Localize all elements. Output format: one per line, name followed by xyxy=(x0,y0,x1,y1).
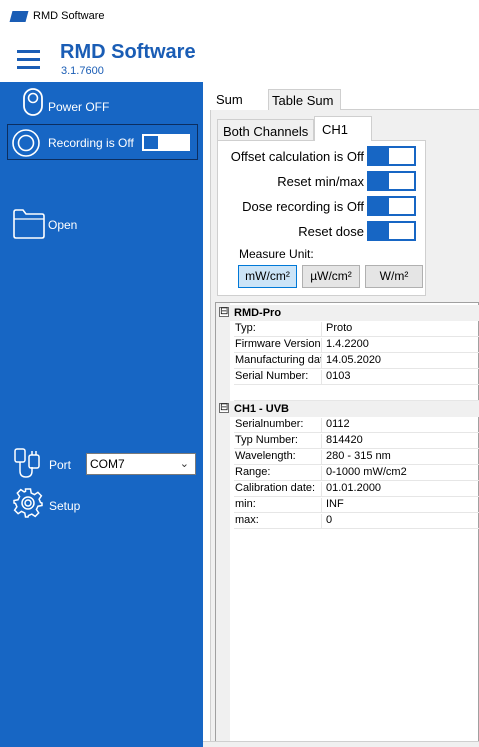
property-key: Firmware Version: xyxy=(234,338,322,353)
tab-both-channels[interactable]: Both Channels xyxy=(217,119,314,141)
open-button[interactable]: Open xyxy=(12,205,132,241)
sidebar: Power OFF Recording is Off Open Port COM… xyxy=(0,82,203,747)
collapse-icon[interactable]: ⊟ xyxy=(219,403,229,413)
measure-unit-label: Measure Unit: xyxy=(239,247,314,261)
property-grid-gutter xyxy=(216,303,230,741)
port-select[interactable]: COM7 ⌄ xyxy=(86,453,196,475)
property-key: Serial Number: xyxy=(234,370,322,385)
property-value: 1.4.2200 xyxy=(326,338,369,350)
recording-toggle[interactable] xyxy=(142,134,190,151)
record-icon xyxy=(12,129,40,157)
property-value: 0112 xyxy=(326,418,350,430)
power-label: Power OFF xyxy=(48,100,110,114)
property-key: max: xyxy=(234,514,322,529)
tab-ch1-label: CH1 xyxy=(322,122,349,137)
property-value: 280 - 315 nm xyxy=(326,450,391,462)
app-logo-icon xyxy=(9,11,29,22)
property-key: Range: xyxy=(234,466,322,481)
property-row[interactable]: Calibration date: 01.01.2000 xyxy=(234,481,479,497)
offset-calculation-label: Offset calculation is Off xyxy=(230,149,364,164)
property-key: Wavelength: xyxy=(234,450,322,465)
power-icon xyxy=(23,88,43,116)
property-category-title: CH1 - UVB xyxy=(234,403,290,415)
reset-dose-label: Reset dose xyxy=(298,224,364,239)
property-grid[interactable]: ⊟ RMD-Pro Typ: Proto Firmware Version: 1… xyxy=(215,302,479,742)
property-value: 0-1000 mW/cm2 xyxy=(326,466,407,478)
property-value: 0 xyxy=(326,514,333,526)
property-value: Proto xyxy=(326,322,353,334)
property-row[interactable]: Typ Number: 814420 xyxy=(234,433,479,449)
folder-icon xyxy=(13,209,45,239)
title-bar: RMD Software xyxy=(0,0,479,32)
port-label: Port xyxy=(49,458,72,472)
channel-controls-panel: Offset calculation is Off Reset min/max … xyxy=(217,140,426,296)
collapse-icon[interactable]: ⊟ xyxy=(219,307,229,317)
property-row[interactable]: min: INF xyxy=(234,497,479,513)
unit-mw-cm2-button[interactable]: mW/cm² xyxy=(238,265,297,288)
tab-ch1[interactable]: CH1 xyxy=(314,116,372,141)
property-category-device: ⊟ RMD-Pro xyxy=(216,305,479,321)
power-button[interactable]: Power OFF xyxy=(10,86,200,120)
property-row[interactable]: Manufacturing date: 14.05.2020 xyxy=(234,353,479,369)
property-key: Calibration date: xyxy=(234,482,322,497)
main-content: Sum Table Sum Both Channels CH1 Offset c… xyxy=(203,82,479,747)
property-row[interactable]: Typ: Proto xyxy=(234,321,479,337)
open-label: Open xyxy=(48,218,78,232)
property-category-title: RMD-Pro xyxy=(234,307,282,319)
property-value: INF xyxy=(326,498,344,510)
property-value: 814420 xyxy=(326,434,363,446)
dose-recording-row: Dose recording is Off xyxy=(218,195,427,217)
offset-calculation-toggle[interactable] xyxy=(367,146,416,166)
property-key: min: xyxy=(234,498,322,513)
hamburger-menu-icon[interactable] xyxy=(17,50,40,70)
property-value: 0103 xyxy=(326,370,351,382)
property-key: Typ: xyxy=(234,322,322,337)
app-version: 3.1.7600 xyxy=(61,65,104,77)
property-row[interactable]: Wavelength: 280 - 315 nm xyxy=(234,449,479,465)
port-select-value: COM7 xyxy=(90,457,125,471)
tab-both-channels-label: Both Channels xyxy=(223,124,309,139)
recording-control[interactable]: Recording is Off xyxy=(7,124,198,160)
property-category-channel: ⊟ CH1 - UVB xyxy=(216,401,479,417)
property-row[interactable]: Range: 0-1000 mW/cm2 xyxy=(234,465,479,481)
reset-minmax-label: Reset min/max xyxy=(277,174,364,189)
offset-calculation-row: Offset calculation is Off xyxy=(218,145,427,167)
property-row-empty xyxy=(234,385,479,401)
property-row[interactable]: max: 0 xyxy=(234,513,479,529)
reset-minmax-row: Reset min/max xyxy=(218,170,427,192)
setup-button[interactable]: Setup xyxy=(12,487,132,521)
tab-sum[interactable]: Sum xyxy=(210,87,268,110)
tab-table-sum-label: Table Sum xyxy=(272,93,334,108)
reset-dose-toggle[interactable] xyxy=(367,221,416,241)
gear-icon xyxy=(13,488,43,518)
property-row[interactable]: Firmware Version: 1.4.2200 xyxy=(234,337,479,353)
tab-table-sum[interactable]: Table Sum xyxy=(268,89,341,110)
chevron-down-icon: ⌄ xyxy=(179,458,189,470)
property-row[interactable]: Serial Number: 0103 xyxy=(234,369,479,385)
property-value: 14.05.2020 xyxy=(326,354,382,366)
unit-uw-cm2-button[interactable]: µW/cm² xyxy=(302,265,360,288)
property-key: Typ Number: xyxy=(234,434,322,449)
property-row[interactable]: Serialnumber: 0112 xyxy=(234,417,479,433)
usb-plug-icon xyxy=(14,448,40,478)
property-key: Serialnumber: xyxy=(234,418,322,433)
property-value: 01.01.2000 xyxy=(326,482,382,494)
dose-recording-label: Dose recording is Off xyxy=(242,199,364,214)
window-title: RMD Software xyxy=(33,10,105,22)
app-header: RMD Software 3.1.7600 xyxy=(0,32,479,82)
recording-label: Recording is Off xyxy=(48,136,134,150)
app-title: RMD Software xyxy=(60,41,196,63)
setup-label: Setup xyxy=(49,499,81,513)
status-strip xyxy=(203,741,479,747)
dose-recording-toggle[interactable] xyxy=(367,196,416,216)
property-key: Manufacturing date: xyxy=(234,354,322,369)
unit-w-m2-button[interactable]: W/m² xyxy=(365,265,423,288)
reset-minmax-toggle[interactable] xyxy=(367,171,416,191)
tab-sum-label: Sum xyxy=(216,92,243,107)
reset-dose-row: Reset dose xyxy=(218,220,427,242)
